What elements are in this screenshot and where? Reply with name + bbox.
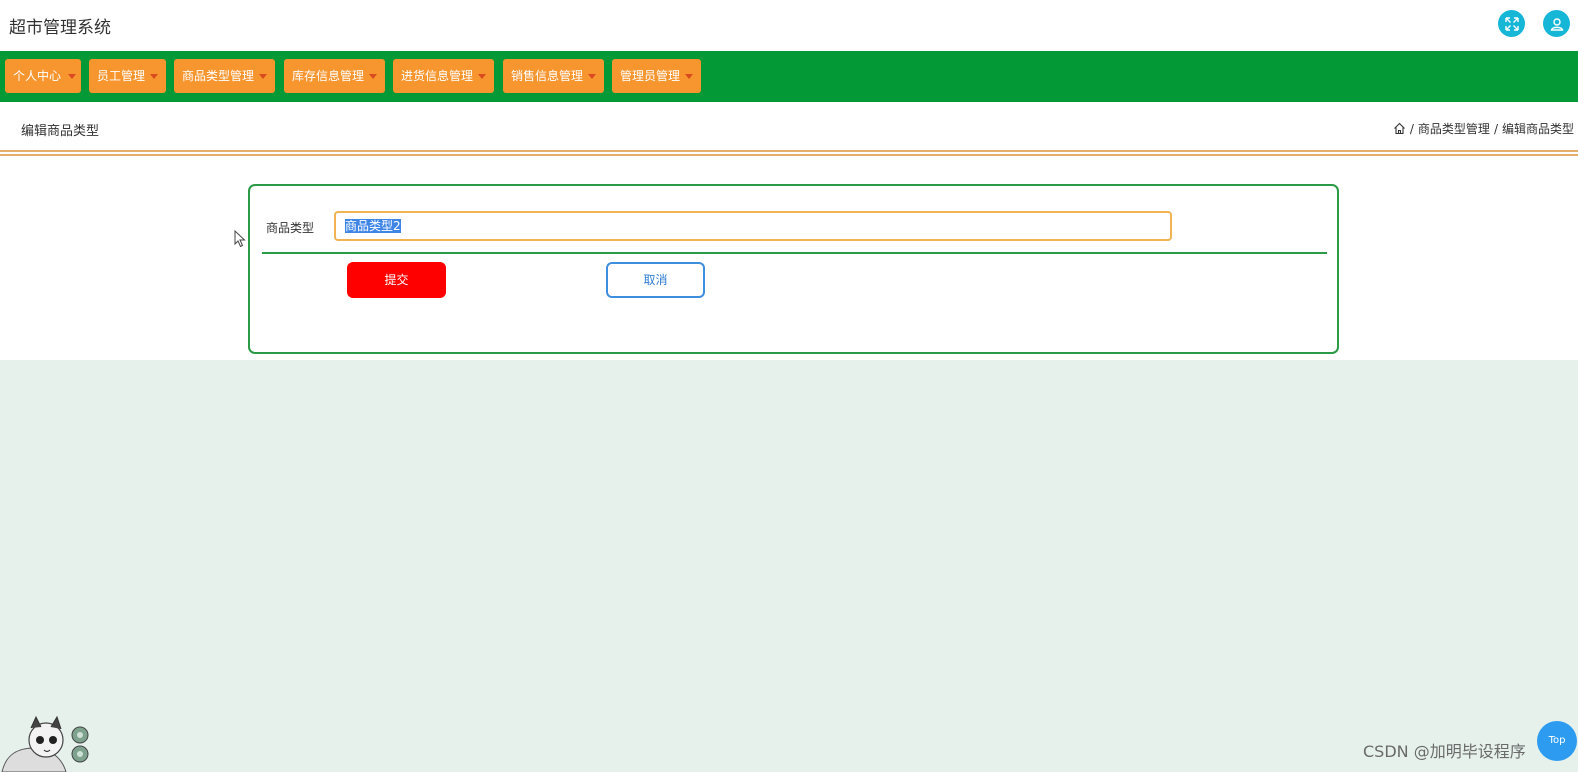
product-type-input[interactable]: 商品类型2 [334, 211, 1172, 241]
header-divider [0, 150, 1578, 152]
watermark-text: CSDN @加明毕设程序 [1363, 742, 1526, 761]
mouse-cursor-icon [234, 230, 246, 248]
nav-item-label: 库存信息管理 [292, 69, 365, 83]
breadcrumb-separator: / [1409, 121, 1414, 136]
product-type-value: 商品类型2 [345, 219, 401, 233]
nav-item-purchases[interactable]: 进货信息管理 [393, 59, 494, 93]
breadcrumb: / 商品类型管理 / 编辑商品类型 [1393, 120, 1574, 137]
back-to-top-button[interactable]: Top [1537, 721, 1577, 761]
form-divider [262, 252, 1327, 254]
nav-item-label: 管理员管理 [620, 69, 681, 83]
nav-item-sales[interactable]: 销售信息管理 [503, 59, 604, 93]
page-title: 编辑商品类型 [21, 124, 100, 139]
nav-item-staff[interactable]: 员工管理 [89, 59, 166, 93]
top-header: 超市管理系统 [0, 0, 1578, 51]
caret-down-icon [259, 74, 267, 79]
expand-icon [1504, 16, 1519, 31]
edit-form: 商品类型 商品类型2 提交 取消 [248, 184, 1339, 354]
nav-item-admins[interactable]: 管理员管理 [612, 59, 701, 93]
nav-item-inventory[interactable]: 库存信息管理 [284, 59, 385, 93]
product-type-label: 商品类型 [266, 221, 315, 235]
mascot-image [1, 715, 89, 772]
nav-item-label: 销售信息管理 [511, 69, 584, 83]
nav-item-label: 个人中心 [13, 69, 62, 83]
breadcrumb-item-current: 编辑商品类型 [1501, 122, 1574, 136]
caret-down-icon [478, 74, 486, 79]
caret-down-icon [369, 74, 377, 79]
header-divider [0, 154, 1578, 156]
nav-item-label: 员工管理 [97, 69, 146, 83]
cancel-button[interactable]: 取消 [606, 262, 705, 298]
caret-down-icon [150, 74, 158, 79]
home-icon[interactable] [1393, 122, 1406, 135]
nav-item-label: 进货信息管理 [401, 69, 474, 83]
caret-down-icon [588, 74, 596, 79]
user-menu-button[interactable] [1543, 10, 1570, 37]
breadcrumb-item-product-types[interactable]: 商品类型管理 [1418, 120, 1490, 137]
nav-item-product-types[interactable]: 商品类型管理 [174, 59, 275, 93]
nav-item-personal-center[interactable]: 个人中心 [5, 59, 81, 93]
caret-down-icon [68, 74, 76, 79]
nav-item-label: 商品类型管理 [182, 69, 255, 83]
fullscreen-button[interactable] [1498, 10, 1525, 37]
breadcrumb-separator: / [1493, 121, 1498, 136]
user-icon [1550, 17, 1563, 31]
caret-down-icon [685, 74, 693, 79]
app-title: 超市管理系统 [9, 18, 111, 38]
submit-button[interactable]: 提交 [347, 262, 446, 298]
main-nav: 个人中心 员工管理 商品类型管理 库存信息管理 进货信息管理 销售信息管理 管理… [0, 51, 1578, 102]
